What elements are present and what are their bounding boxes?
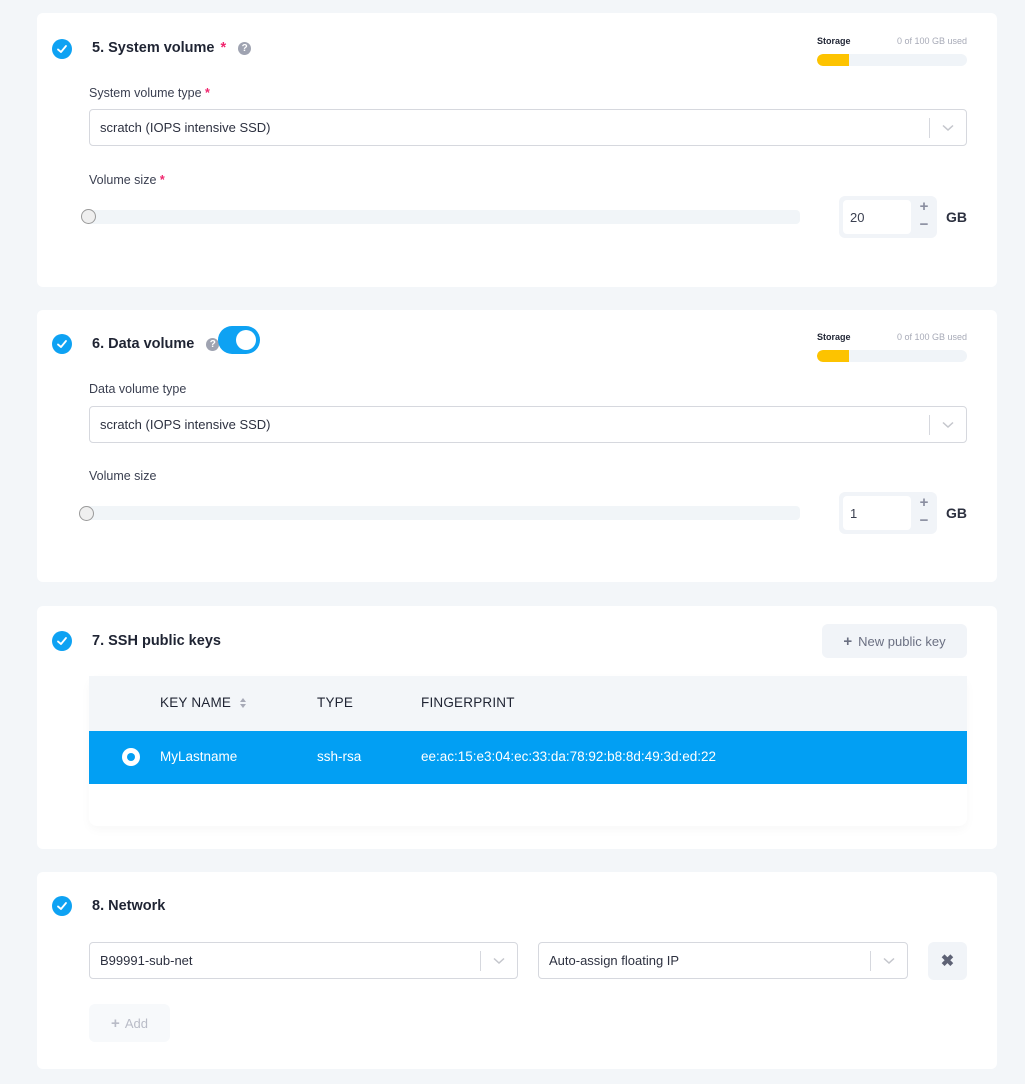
- volume-size-label: Volume size *: [89, 173, 165, 187]
- select-value: Auto-assign floating IP: [549, 953, 680, 968]
- decrement-button[interactable]: −: [917, 217, 931, 232]
- storage-bar: [817, 54, 967, 66]
- increment-button[interactable]: +: [917, 199, 931, 214]
- data-volume-card: 6. Data volume ? Storage 0 of 100 GB use…: [37, 310, 997, 582]
- increment-button[interactable]: +: [917, 495, 931, 510]
- plus-icon: +: [843, 632, 853, 650]
- system-volume-type-label: System volume type *: [89, 86, 210, 100]
- section-title-text: 7. SSH public keys: [92, 633, 221, 649]
- system-volume-type-select[interactable]: scratch (IOPS intensive SSD): [89, 109, 967, 146]
- radio-dot: [127, 753, 135, 761]
- plus-icon: +: [111, 1014, 120, 1032]
- column-header-type: TYPE: [317, 695, 354, 710]
- volume-size-input[interactable]: [843, 496, 911, 530]
- decrement-button[interactable]: −: [917, 513, 931, 528]
- toggle-knob: [236, 330, 256, 350]
- chevron-down-icon[interactable]: [930, 421, 966, 429]
- subnet-select[interactable]: B99991-sub-net: [89, 942, 518, 979]
- button-label: Add: [124, 1015, 148, 1031]
- storage-usage: Storage 0 of 100 GB used: [817, 36, 967, 66]
- storage-bar: [817, 350, 967, 362]
- network-card: 8. Network B99991-sub-net Auto-assign fl…: [37, 872, 997, 1069]
- column-header-fingerprint: FINGERPRINT: [421, 695, 515, 710]
- table-row[interactable]: MyLastname ssh-rsa ee:ac:15:e3:04:ec:33:…: [89, 731, 967, 784]
- storage-bar-fill: [817, 350, 849, 362]
- step-complete-check-icon: [52, 631, 72, 651]
- step-complete-check-icon: [52, 39, 72, 59]
- data-volume-toggle[interactable]: [218, 326, 260, 354]
- add-network-button[interactable]: + Add: [89, 1004, 170, 1042]
- volume-size-stepper: + −: [839, 196, 937, 238]
- question-circle-icon[interactable]: ?: [238, 41, 252, 55]
- section-title: 6. Data volume ?: [92, 336, 220, 352]
- header-text: KEY NAME: [160, 695, 232, 710]
- table-header: KEY NAME TYPE FINGERPRINT: [89, 676, 967, 731]
- storage-usage-text: 0 of 100 GB used: [896, 332, 967, 342]
- section-title-text: 8. Network: [92, 898, 166, 914]
- select-value: scratch (IOPS intensive SSD): [100, 417, 271, 432]
- storage-usage: Storage 0 of 100 GB used: [817, 332, 967, 362]
- unit-label: GB: [946, 505, 967, 521]
- row-select-radio[interactable]: [122, 748, 140, 766]
- step-complete-check-icon: [52, 334, 72, 354]
- section-title: 8. Network: [92, 898, 165, 914]
- volume-size-slider-handle[interactable]: [79, 506, 94, 521]
- column-header-key-name[interactable]: KEY NAME: [160, 695, 247, 710]
- volume-size-input[interactable]: [843, 200, 911, 234]
- select-value: scratch (IOPS intensive SSD): [100, 120, 271, 135]
- close-icon: ✖: [940, 953, 955, 970]
- volume-size-stepper: + −: [839, 492, 937, 534]
- storage-label: Storage: [817, 36, 851, 46]
- label-text: System volume type: [89, 86, 202, 100]
- storage-label: Storage: [817, 332, 851, 342]
- data-volume-type-select[interactable]: scratch (IOPS intensive SSD): [89, 406, 967, 443]
- unit-label: GB: [946, 209, 967, 225]
- system-volume-card: 5. System volume * ? Storage 0 of 100 GB…: [37, 13, 997, 287]
- label-text: Volume size: [89, 173, 157, 187]
- required-mark: *: [220, 40, 227, 56]
- volume-size-slider[interactable]: [85, 210, 800, 224]
- new-public-key-button[interactable]: + New public key: [822, 624, 967, 658]
- section-title: 5. System volume * ?: [92, 40, 252, 56]
- ssh-keys-table: KEY NAME TYPE FINGERPRINT MyLastname ssh…: [89, 676, 967, 826]
- label-text: Volume size: [89, 469, 157, 483]
- chevron-down-icon[interactable]: [871, 957, 907, 965]
- select-value: B99991-sub-net: [100, 953, 193, 968]
- label-text: Data volume type: [89, 382, 187, 396]
- volume-size-slider[interactable]: [85, 506, 800, 520]
- required-mark: *: [205, 86, 210, 100]
- step-complete-check-icon: [52, 896, 72, 916]
- remove-network-button[interactable]: ✖: [928, 942, 967, 980]
- volume-size-slider-handle[interactable]: [81, 209, 96, 224]
- cell-fingerprint: ee:ac:15:e3:04:ec:33:da:78:92:b8:8d:49:3…: [421, 749, 717, 764]
- data-volume-type-label: Data volume type: [89, 382, 186, 396]
- floating-ip-select[interactable]: Auto-assign floating IP: [538, 942, 908, 979]
- ssh-keys-card: 7. SSH public keys + New public key KEY …: [37, 606, 997, 849]
- section-title-text: 6. Data volume: [92, 336, 195, 352]
- storage-usage-text: 0 of 100 GB used: [896, 36, 967, 46]
- storage-bar-fill: [817, 54, 849, 66]
- chevron-down-icon[interactable]: [930, 124, 966, 132]
- volume-size-label: Volume size: [89, 469, 156, 483]
- chevron-down-icon[interactable]: [481, 957, 517, 965]
- section-title: 7. SSH public keys: [92, 633, 221, 649]
- required-mark: *: [159, 173, 165, 187]
- cell-type: ssh-rsa: [317, 749, 362, 764]
- sort-icon[interactable]: [239, 697, 247, 709]
- button-label: New public key: [858, 633, 946, 649]
- section-title-text: 5. System volume: [92, 40, 215, 56]
- cell-key-name: MyLastname: [160, 749, 238, 764]
